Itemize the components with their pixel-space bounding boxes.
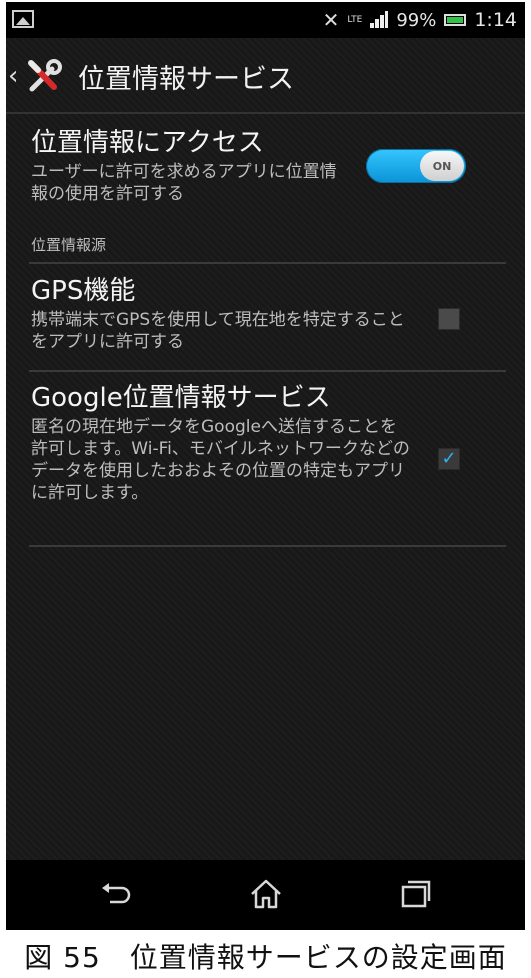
location-access-toggle[interactable]: ON: [366, 149, 466, 183]
google-location-description: 匿名の現在地データをGoogleへ送信することを許可します。Wi-Fi、モバイル…: [31, 417, 410, 503]
gps-setting[interactable]: GPS機能 携帯端末でGPSを使用して現在地を特定することをアプリに許可する: [31, 275, 505, 353]
toggle-knob: ON: [420, 151, 464, 181]
google-location-title: Google位置情報サービス: [31, 383, 331, 413]
no-signal-icon: ✕: [322, 8, 340, 32]
signal-icon: [370, 11, 389, 28]
recent-apps-icon[interactable]: [398, 876, 434, 912]
location-access-description: ユーザーに許可を求めるアプリに位置情報の使用を許可する: [31, 162, 337, 204]
battery-icon: [444, 14, 467, 26]
gps-checkbox[interactable]: [438, 308, 460, 330]
gallery-icon: [12, 10, 34, 28]
google-location-setting[interactable]: Google位置情報サービス 匿名の現在地データをGoogleへ送信することを許…: [31, 382, 505, 504]
gps-description: 携帯端末でGPSを使用して現在地を特定することをアプリに許可する: [31, 310, 405, 352]
home-icon[interactable]: [248, 876, 284, 912]
status-icons: ✕ LTE 99% 1:14: [323, 8, 517, 32]
gps-divider: [29, 370, 506, 372]
phone-screen: ✕ LTE 99% 1:14 ‹ 位置情報サービス 位置情報にアクセス ユーザー…: [6, 2, 525, 930]
page-title: 位置情報サービス: [78, 63, 294, 95]
status-bar: ✕ LTE 99% 1:14: [6, 2, 525, 38]
figure-caption: 図 55 位置情報サービスの設定画面: [24, 941, 507, 974]
category-divider: [29, 262, 506, 264]
action-bar-divider: [6, 112, 525, 114]
gps-title: GPS機能: [31, 276, 136, 306]
checkmark-icon: ✓: [441, 448, 457, 469]
navigation-bar: [6, 860, 525, 930]
clock: 1:14: [474, 9, 517, 31]
category-header: 位置情報源: [31, 236, 107, 254]
battery-percent: 99%: [396, 9, 437, 31]
google-location-checkbox[interactable]: ✓: [438, 448, 460, 470]
up-chevron-icon[interactable]: ‹: [8, 61, 22, 91]
tools-icon: [28, 59, 62, 92]
action-bar[interactable]: ‹ 位置情報サービス: [6, 38, 525, 114]
google-divider: [29, 545, 506, 547]
network-type-label: LTE: [347, 14, 363, 25]
back-icon[interactable]: [98, 876, 134, 912]
